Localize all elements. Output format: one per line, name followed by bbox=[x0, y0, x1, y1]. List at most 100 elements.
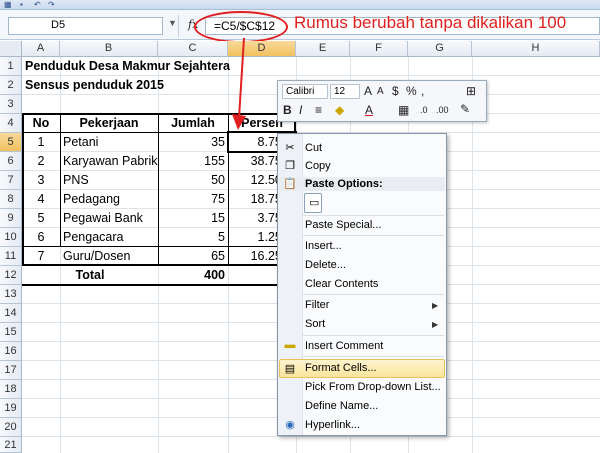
select-all-corner[interactable] bbox=[0, 41, 22, 57]
menu-item-sort[interactable]: Sort bbox=[305, 318, 325, 330]
cell-job[interactable]: Pedagang bbox=[63, 190, 120, 208]
cell-job[interactable]: Karyawan Pabrik bbox=[63, 152, 158, 170]
header-count[interactable]: Jumlah bbox=[158, 114, 228, 132]
chevron-down-icon[interactable]: ▼ bbox=[168, 18, 177, 28]
menu-item-clear-contents[interactable]: Clear Contents bbox=[305, 278, 378, 290]
cell-count[interactable]: 50 bbox=[158, 171, 225, 189]
cell-job[interactable]: Petani bbox=[63, 133, 98, 151]
cell-count[interactable]: 155 bbox=[158, 152, 225, 170]
row-header-20[interactable]: 20 bbox=[0, 418, 22, 437]
format-painter-icon[interactable]: ⊞ bbox=[466, 84, 476, 98]
save-icon[interactable]: ▪ bbox=[20, 1, 28, 9]
row-header-6[interactable]: 6 bbox=[0, 152, 22, 171]
decrease-decimal-icon[interactable]: .00 bbox=[436, 103, 449, 117]
italic-icon[interactable]: I bbox=[299, 103, 302, 117]
row-header-8[interactable]: 8 bbox=[0, 190, 22, 209]
row-header-13[interactable]: 13 bbox=[0, 285, 22, 304]
column-header-b[interactable]: B bbox=[60, 41, 158, 57]
cell-job[interactable]: PNS bbox=[63, 171, 89, 189]
menu-item-hyperlink[interactable]: Hyperlink... bbox=[305, 419, 360, 431]
cell-job[interactable]: Guru/Dosen bbox=[63, 247, 130, 265]
quick-access-toolbar bbox=[0, 0, 600, 10]
menu-item-paste-special[interactable]: Paste Special... bbox=[305, 219, 381, 231]
menu-item-copy[interactable]: Copy bbox=[305, 160, 331, 172]
align-center-icon[interactable]: ≡ bbox=[315, 103, 322, 117]
cell-no[interactable]: 1 bbox=[22, 133, 60, 151]
row-header-4[interactable]: 4 bbox=[0, 114, 22, 133]
row-header-5[interactable]: 5 bbox=[0, 133, 22, 152]
cell-no[interactable]: 2 bbox=[22, 152, 60, 170]
menu-separator bbox=[303, 294, 444, 295]
row-header-9[interactable]: 9 bbox=[0, 209, 22, 228]
column-header-a[interactable]: A bbox=[22, 41, 60, 57]
row-header-16[interactable]: 16 bbox=[0, 342, 22, 361]
menu-item-define-name[interactable]: Define Name... bbox=[305, 400, 378, 412]
cell-count[interactable]: 35 bbox=[158, 133, 225, 151]
row-header-17[interactable]: 17 bbox=[0, 361, 22, 380]
increase-decimal-icon[interactable]: .0 bbox=[420, 103, 428, 117]
column-header-c[interactable]: C bbox=[158, 41, 228, 57]
sheet-title[interactable]: Penduduk Desa Makmur Sejahtera bbox=[25, 57, 230, 75]
menu-item-pick-list[interactable]: Pick From Drop-down List... bbox=[305, 381, 441, 393]
cell-job[interactable]: Pegawai Bank bbox=[63, 209, 143, 227]
cell-no[interactable]: 7 bbox=[22, 247, 60, 265]
grow-font-icon[interactable]: A bbox=[364, 84, 372, 98]
cell-count[interactable]: 5 bbox=[158, 228, 225, 246]
comma-style-icon[interactable]: , bbox=[421, 84, 424, 98]
total-value[interactable]: 400 bbox=[158, 266, 225, 284]
column-header-f[interactable]: F bbox=[350, 41, 408, 57]
menu-item-cut[interactable]: Cut bbox=[305, 142, 322, 154]
cell-count[interactable]: 65 bbox=[158, 247, 225, 265]
bold-icon[interactable]: B bbox=[283, 103, 292, 117]
name-box[interactable]: D5 bbox=[8, 17, 163, 35]
cell-no[interactable]: 4 bbox=[22, 190, 60, 208]
menu-item-filter[interactable]: Filter bbox=[305, 299, 329, 311]
row-header-1[interactable]: 1 bbox=[0, 57, 22, 76]
comment-icon: ▬ bbox=[284, 339, 296, 351]
menu-item-insert-comment[interactable]: Insert Comment bbox=[305, 340, 383, 352]
row-header-14[interactable]: 14 bbox=[0, 304, 22, 323]
column-header-h[interactable]: H bbox=[472, 41, 600, 57]
cell-no[interactable]: 5 bbox=[22, 209, 60, 227]
row-header-3[interactable]: 3 bbox=[0, 95, 22, 114]
row-header-2[interactable]: 2 bbox=[0, 76, 22, 95]
format-painter-brush-icon[interactable]: ✎ bbox=[460, 102, 470, 116]
total-label[interactable]: Total bbox=[22, 266, 158, 284]
row-header-21[interactable]: 21 bbox=[0, 437, 22, 453]
cell-no[interactable]: 3 bbox=[22, 171, 60, 189]
row-header-18[interactable]: 18 bbox=[0, 380, 22, 399]
undo-icon[interactable]: ↶ bbox=[34, 1, 42, 9]
cell-job[interactable]: Pengacara bbox=[63, 228, 123, 246]
sheet-subtitle[interactable]: Sensus penduduk 2015 bbox=[25, 76, 164, 94]
redo-icon[interactable]: ↷ bbox=[48, 1, 56, 9]
menu-separator bbox=[303, 235, 444, 236]
divider bbox=[178, 15, 179, 37]
currency-icon[interactable]: $ bbox=[392, 84, 399, 98]
shrink-font-icon[interactable]: A bbox=[377, 85, 384, 99]
row-header-10[interactable]: 10 bbox=[0, 228, 22, 247]
menu-item-format-cells[interactable]: Format Cells... bbox=[305, 362, 377, 374]
header-no[interactable]: No bbox=[22, 114, 60, 132]
excel-icon[interactable]: ▦ bbox=[4, 1, 12, 9]
cell-no[interactable]: 6 bbox=[22, 228, 60, 246]
column-header-g[interactable]: G bbox=[408, 41, 472, 57]
fill-color-icon[interactable]: ◆ bbox=[335, 103, 344, 117]
menu-separator bbox=[303, 335, 444, 336]
header-job[interactable]: Pekerjaan bbox=[60, 114, 158, 132]
font-color-icon[interactable]: A bbox=[365, 103, 373, 117]
percent-style-icon[interactable]: % bbox=[406, 84, 417, 98]
borders-icon[interactable]: ▦ bbox=[398, 103, 409, 117]
row-header-19[interactable]: 19 bbox=[0, 399, 22, 418]
row-header-7[interactable]: 7 bbox=[0, 171, 22, 190]
row-header-12[interactable]: 12 bbox=[0, 266, 22, 285]
font-name-box[interactable]: Calibri bbox=[282, 84, 328, 99]
menu-item-insert[interactable]: Insert... bbox=[305, 240, 342, 252]
row-header-15[interactable]: 15 bbox=[0, 323, 22, 342]
menu-item-delete[interactable]: Delete... bbox=[305, 259, 346, 271]
cell-count[interactable]: 15 bbox=[158, 209, 225, 227]
cell-count[interactable]: 75 bbox=[158, 190, 225, 208]
row-header-11[interactable]: 11 bbox=[0, 247, 22, 266]
chevron-right-icon: ▶ bbox=[432, 301, 439, 310]
font-size-box[interactable]: 12 bbox=[330, 84, 360, 99]
column-header-e[interactable]: E bbox=[296, 41, 350, 57]
